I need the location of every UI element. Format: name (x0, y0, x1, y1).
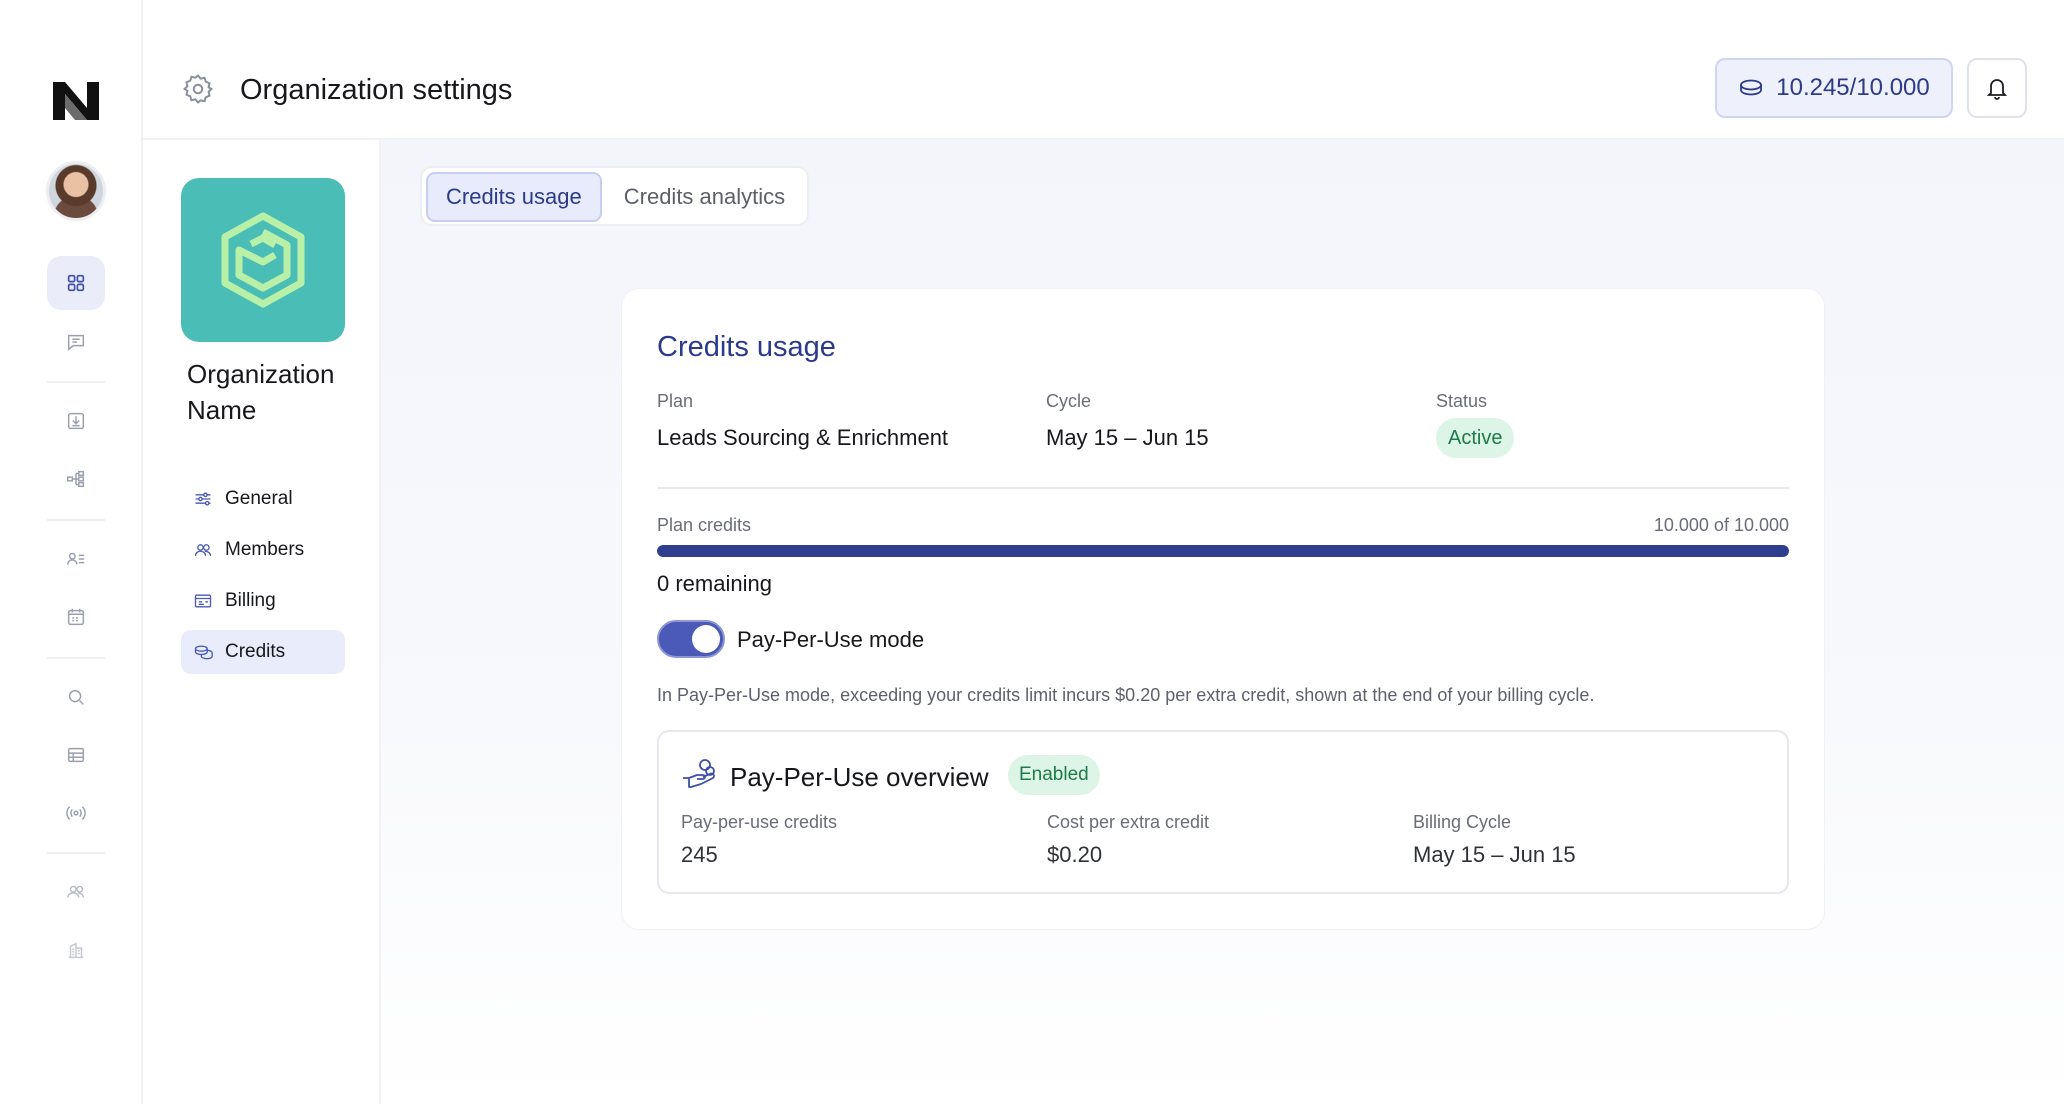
pay-per-use-toggle-label: Pay-Per-Use mode (737, 627, 925, 652)
rail-contacts-button[interactable] (47, 532, 105, 586)
status-label: Status (1436, 391, 1488, 411)
plan-credits-progress (657, 545, 1789, 557)
sidebar-item-label: Credits (225, 641, 286, 662)
credits-usage-card: Credits usage Plan Leads Sourcing & Enri… (621, 288, 1825, 930)
sidebar-item-general[interactable]: General (181, 477, 345, 521)
sidebar-item-billing[interactable]: Billing (181, 579, 345, 623)
hand-coins-icon (683, 759, 715, 788)
overview-title: Pay-Per-Use overview (730, 762, 989, 792)
card-title: Credits usage (657, 331, 836, 363)
page-header: Organization settings 10.245/10.000 (143, 0, 2064, 140)
contacts-list-icon (67, 552, 85, 565)
pay-per-use-toggle[interactable] (657, 620, 725, 658)
pay-per-use-description: In Pay-Per-Use mode, exceeding your cred… (657, 685, 1595, 705)
tab-credits-analytics[interactable]: Credits analytics (606, 172, 803, 222)
org-logo (181, 178, 345, 342)
billing-cycle-value: May 15 – Jun 15 (1413, 842, 1576, 867)
broadcast-icon (66, 806, 86, 820)
settings-sidebar: Organization Name General Members Billin… (145, 140, 381, 1104)
notifications-button[interactable] (1967, 58, 2027, 118)
org-name: Organization Name (187, 359, 335, 425)
status-badge: Active (1436, 418, 1515, 458)
workflow-icon (67, 470, 85, 488)
rail-team-button[interactable] (47, 865, 105, 919)
bell-icon (1986, 79, 2008, 100)
coins-icon (194, 645, 213, 660)
app-rail (0, 0, 143, 1104)
gear-icon (182, 74, 214, 104)
avatar[interactable] (46, 161, 106, 221)
plan-value: Leads Sourcing & Enrichment (657, 425, 949, 450)
rail-broadcast-button[interactable] (47, 786, 105, 840)
plan-credits-value: 10.000 of 10.000 (1653, 515, 1789, 535)
rail-workflow-button[interactable] (47, 452, 105, 506)
ppu-credits-value: 245 (681, 842, 718, 867)
coins-icon (1740, 79, 1763, 96)
building-icon (68, 942, 84, 959)
rail-search-button[interactable] (47, 670, 105, 724)
credits-remaining: 0 remaining (657, 571, 772, 596)
download-icon (67, 412, 85, 430)
search-icon (68, 689, 84, 705)
calendar-icon (67, 608, 85, 626)
main-content: Credits usage Credits analytics Credits … (381, 140, 2064, 1104)
rail-dashboard-button[interactable] (47, 256, 105, 310)
sidebar-item-members[interactable]: Members (181, 528, 345, 572)
cycle-label: Cycle (1046, 391, 1092, 411)
credits-balance-value: 10.245/10.000 (1776, 74, 1930, 101)
plan-credits-label: Plan credits (657, 515, 752, 535)
billing-icon (194, 594, 212, 608)
sidebar-item-label: Members (225, 539, 305, 560)
credits-balance-chip[interactable]: 10.245/10.000 (1715, 58, 1953, 118)
team-icon (67, 885, 85, 898)
divider (657, 487, 1789, 489)
sliders-icon (195, 492, 211, 506)
plan-credits-progress-fill (657, 545, 1789, 557)
rail-download-button[interactable] (47, 394, 105, 448)
cost-per-credit-label: Cost per extra credit (1047, 812, 1210, 832)
page-title: Organization settings (240, 74, 513, 106)
org-logo-mark (221, 212, 305, 308)
plan-label: Plan (657, 391, 694, 411)
billing-cycle-label: Billing Cycle (1413, 812, 1512, 832)
cycle-value: May 15 – Jun 15 (1046, 425, 1209, 450)
table-icon (67, 747, 85, 763)
sidebar-item-label: General (225, 488, 293, 509)
tab-bar: Credits usage Credits analytics (420, 166, 810, 226)
members-icon (194, 544, 212, 556)
pay-per-use-overview: Pay-Per-Use overview Enabled Pay-per-use… (657, 730, 1789, 894)
rail-calendar-button[interactable] (47, 590, 105, 644)
toggle-knob (692, 625, 720, 653)
sidebar-item-credits[interactable]: Credits (181, 630, 345, 674)
tab-credits-usage[interactable]: Credits usage (426, 172, 602, 222)
dashboard-icon (67, 274, 85, 292)
enabled-badge: Enabled (1008, 755, 1100, 795)
chat-icon (67, 334, 85, 351)
rail-building-button[interactable] (47, 923, 105, 977)
logo-icon[interactable] (51, 80, 101, 122)
rail-chat-button[interactable] (47, 315, 105, 369)
cost-per-credit-value: $0.20 (1047, 842, 1103, 867)
ppu-credits-label: Pay-per-use credits (681, 812, 838, 832)
sidebar-item-label: Billing (225, 590, 276, 611)
rail-table-button[interactable] (47, 728, 105, 782)
